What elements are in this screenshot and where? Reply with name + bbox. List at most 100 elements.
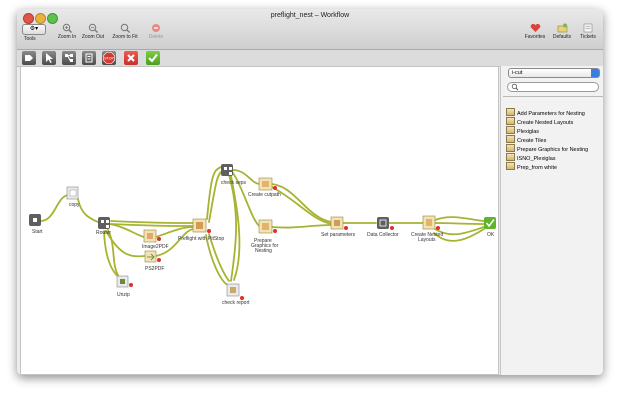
zoom-to-fit-label: Zoom to Fit bbox=[112, 34, 138, 40]
connection-createcutpath-setparams bbox=[271, 183, 332, 223]
node-label: copy bbox=[69, 202, 80, 208]
zoom-out-icon bbox=[88, 23, 98, 33]
stop-icon: STOP bbox=[103, 52, 115, 64]
favorites-button[interactable]: Favorites bbox=[522, 23, 548, 40]
favorites-label: Favorites bbox=[524, 34, 546, 40]
collector-tool-button[interactable] bbox=[82, 51, 96, 65]
node-data-collector[interactable]: Data Collector bbox=[367, 217, 399, 238]
connection-checkseps-crossdown bbox=[228, 174, 237, 282]
connection-createnested-ok bbox=[434, 216, 485, 222]
error-dot-icon bbox=[157, 258, 161, 262]
node-start[interactable]: Start bbox=[29, 214, 43, 235]
node-label: PS2PDF bbox=[145, 266, 164, 272]
error-dot-icon bbox=[390, 226, 394, 230]
sidebar-item-create-nested-layouts[interactable]: Create Nested Layouts bbox=[506, 117, 573, 126]
connection-router-unzip bbox=[103, 230, 122, 280]
node-label: check report bbox=[222, 300, 250, 306]
node-copy[interactable]: copy bbox=[66, 186, 80, 208]
search-input[interactable] bbox=[507, 82, 599, 92]
defaults-icon bbox=[557, 23, 567, 33]
connection-router-preflight bbox=[110, 220, 194, 224]
tickets-label: Tickets bbox=[580, 34, 596, 40]
node-label: Preflight with PitStop bbox=[178, 236, 224, 242]
arrow-pointer-icon bbox=[46, 53, 53, 63]
node-label: Prepare Graphics for Nesting bbox=[251, 238, 279, 254]
element-icon bbox=[506, 144, 515, 152]
heart-icon bbox=[530, 23, 540, 32]
sidebar-item-add-parameters[interactable]: Add Parameters for Nesting bbox=[506, 108, 585, 117]
gear-icon: ⚙▾ bbox=[29, 26, 39, 32]
error-tool-button[interactable] bbox=[124, 51, 138, 65]
node-router[interactable]: Router bbox=[96, 217, 111, 236]
node-label: Set parameters bbox=[321, 232, 356, 238]
route-icon bbox=[65, 54, 73, 62]
checkmark-icon bbox=[148, 53, 158, 63]
delete-button[interactable]: Delete bbox=[144, 23, 168, 40]
window-title: preflight_nest – Workflow bbox=[270, 12, 350, 19]
error-dot-icon bbox=[344, 226, 348, 230]
tools-label: Tools bbox=[24, 36, 36, 42]
search-icon bbox=[511, 83, 519, 91]
collector-icon bbox=[85, 53, 93, 63]
node-label: Create Nested Layouts bbox=[411, 232, 443, 243]
node-label: Unzip bbox=[117, 292, 130, 298]
tag-icon bbox=[25, 55, 33, 61]
tools-menu-button[interactable]: ⚙▾ bbox=[22, 24, 46, 35]
flow-elements-sidebar: i-cut Add Parameters for Nesting Create … bbox=[500, 66, 603, 375]
zoom-in-icon bbox=[62, 23, 72, 33]
sidebar-item-isno-plexiglas[interactable]: ISNO_Plexiglas bbox=[506, 153, 556, 162]
node-check-report[interactable]: check report bbox=[222, 283, 250, 306]
connection-start-copy bbox=[40, 194, 70, 222]
category-select[interactable]: i-cut bbox=[508, 68, 600, 78]
node-label: OK bbox=[487, 232, 495, 238]
stop-tool-button[interactable]: STOP bbox=[102, 51, 116, 65]
element-icon bbox=[506, 126, 515, 134]
element-icon bbox=[506, 153, 515, 161]
x-mark-icon bbox=[127, 54, 135, 62]
node-unzip[interactable]: Unzip bbox=[116, 275, 133, 298]
zoom-out-button[interactable]: Zoom Out bbox=[79, 23, 107, 40]
workflow-canvas[interactable]: Start copy Router Unzip Image2PDF PS2PDF… bbox=[20, 66, 499, 375]
title-bar: preflight_nest – Workflow ⚙▾ Tools Zoom … bbox=[17, 9, 603, 50]
category-value: i-cut bbox=[512, 70, 523, 76]
defaults-button[interactable]: Defaults bbox=[550, 23, 574, 40]
connection-preflight-checkreport bbox=[205, 234, 229, 286]
delete-label: Delete bbox=[148, 34, 164, 40]
tickets-icon bbox=[583, 23, 593, 33]
tickets-button[interactable]: Tickets bbox=[577, 23, 599, 40]
zoom-in-button[interactable]: Zoom In bbox=[55, 23, 79, 40]
sidebar-item-prepare-graphics[interactable]: Prepare Graphics for Nesting bbox=[506, 144, 588, 153]
workflow-graph: Start copy Router Unzip Image2PDF PS2PDF… bbox=[29, 164, 496, 306]
ok-tool-button[interactable] bbox=[146, 51, 160, 65]
defaults-label: Defaults bbox=[552, 34, 572, 40]
route-tool-button[interactable] bbox=[62, 51, 76, 65]
select-arrows-icon bbox=[591, 69, 599, 77]
error-dot-icon bbox=[273, 229, 277, 233]
node-prepare-graphics[interactable]: Prepare Graphics for Nesting bbox=[251, 219, 279, 254]
workflow-window: preflight_nest – Workflow ⚙▾ Tools Zoom … bbox=[17, 9, 603, 375]
tag-tool-button[interactable] bbox=[22, 51, 36, 65]
connection-copy-router bbox=[77, 198, 99, 223]
select-tool-button[interactable] bbox=[42, 51, 56, 65]
svg-text:STOP: STOP bbox=[104, 57, 114, 61]
node-label: Create cutpath bbox=[248, 192, 281, 198]
element-icon bbox=[506, 117, 515, 125]
node-label: Start bbox=[32, 229, 43, 235]
zoom-to-fit-button[interactable]: Zoom to Fit bbox=[109, 23, 141, 40]
node-ok[interactable]: OK bbox=[484, 217, 496, 238]
sidebar-item-plexiglas[interactable]: Plexiglas bbox=[506, 126, 539, 135]
element-icon bbox=[506, 108, 515, 116]
error-dot-icon bbox=[129, 283, 133, 287]
node-create-nested-layouts[interactable]: Create Nested Layouts bbox=[411, 215, 443, 243]
element-icon bbox=[506, 162, 515, 170]
node-label: Image2PDF bbox=[142, 244, 169, 250]
delete-icon bbox=[152, 24, 160, 32]
sidebar-divider bbox=[503, 96, 603, 97]
sidebar-item-create-tiles[interactable]: Create Tiles bbox=[506, 135, 546, 144]
error-dot-icon bbox=[157, 237, 161, 241]
error-dot-icon bbox=[436, 226, 440, 230]
tool-strip: STOP bbox=[17, 50, 603, 67]
connection-ps2pdf-preflight bbox=[155, 228, 194, 257]
node-label: Router bbox=[96, 230, 111, 236]
sidebar-item-prep-from-white[interactable]: Prep_from white bbox=[506, 162, 557, 171]
